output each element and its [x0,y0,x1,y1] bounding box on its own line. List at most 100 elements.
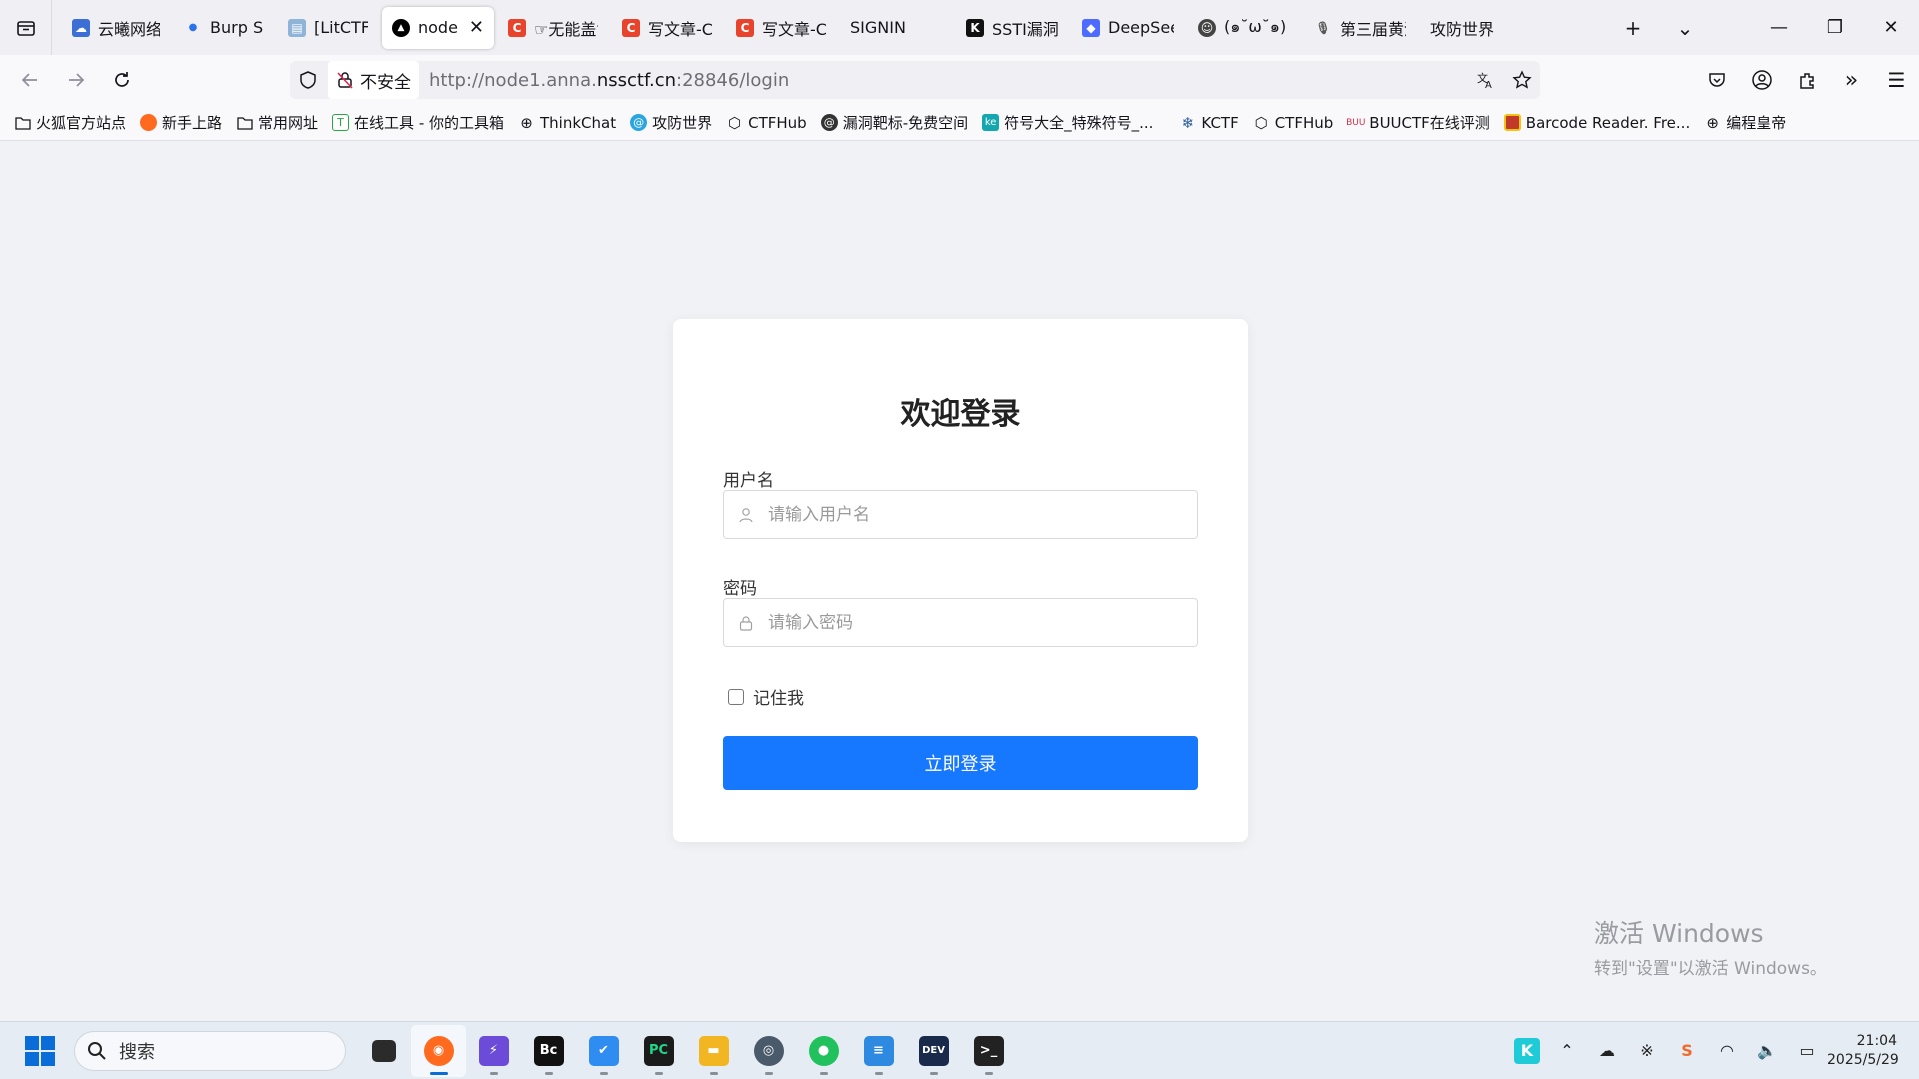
overflow-chevron-icon[interactable]: » [1829,68,1874,93]
tab-list-button[interactable] [0,0,52,55]
close-tab-icon[interactable]: ✕ [469,17,484,38]
shield-icon[interactable] [290,61,326,99]
tab[interactable]: ▤ [LitCTF 20 [278,7,378,49]
bookmark-item[interactable]: 常用网址 [236,112,318,133]
pycharm-icon: PC [643,1035,674,1066]
taskbar: 搜索 ◉ ⚡ Bc ✔ PC ▬ ◎ ● ≡ DEV >_ K ⌃ ☁ ※ S … [0,1021,1919,1079]
remember-checkbox[interactable] [728,688,744,705]
bookmark-label: CTFHub [1274,113,1334,132]
bookmark-star-icon[interactable] [1504,70,1540,90]
translate-icon[interactable]: 文A [1468,70,1504,90]
windows-logo-icon [41,1035,55,1050]
windows-logo-icon [25,1051,39,1066]
forward-icon[interactable] [54,60,98,100]
tab-active[interactable]: ▲ node1 ✕ [382,6,494,49]
bookmark-item[interactable]: @ 攻防世界 [630,112,712,133]
insecure-indicator[interactable]: 不安全 [328,61,419,99]
password-input[interactable] [768,612,1168,633]
reload-icon[interactable] [100,60,144,100]
bookmark-item[interactable]: 新手上路 [140,112,222,133]
tab[interactable]: C 写文章-CS [726,7,836,49]
remember-me[interactable]: 记住我 [728,684,804,709]
new-tab-icon[interactable]: + [1607,0,1659,55]
minimize-icon[interactable]: — [1751,0,1807,55]
clock[interactable]: 21:04 2025/5/29 [1827,1032,1919,1070]
tab[interactable]: ☁ 云曦网络安 [62,7,170,49]
tab[interactable]: 🎙 第三届黄河 [1304,7,1416,49]
svg-text:A: A [1485,80,1492,90]
firefox-taskbar-app[interactable]: ◉ [411,1024,466,1077]
chevron-down-icon[interactable]: ⌄ [1659,0,1711,55]
firefox-icon [140,114,158,131]
clock-time: 21:04 [1856,1032,1897,1049]
tab-list: ☁ 云曦网络安 ● Burp Suit ▤ [LitCTF 20 ▲ node1… [52,0,1524,55]
password-field[interactable] [723,598,1198,647]
bookmark-item[interactable]: T 在线工具 - 你的工具箱 [332,112,504,133]
address-bar[interactable]: 不安全 http://node1.anna.nssctf.cn:28846/lo… [290,61,1540,99]
taskbar-app[interactable]: ● [796,1025,851,1077]
taskbar-app[interactable]: PC [631,1025,686,1077]
bookmark-item[interactable]: ⬡ CTFHub [726,114,807,132]
search-icon [88,1041,106,1060]
taskbar-app[interactable]: ▬ [686,1025,741,1077]
sogou-icon[interactable]: S [1667,1041,1707,1060]
tab[interactable]: ◆ DeepSeek [1072,7,1184,49]
taskbar-app[interactable]: ✔ [576,1025,631,1077]
account-icon[interactable] [1739,69,1784,91]
taskbar-app[interactable]: ◎ [741,1025,796,1077]
running-indicator [819,1071,828,1075]
username-input[interactable] [768,504,1168,525]
tab-label: 写文章-CS [648,19,712,39]
taskbar-app[interactable]: ⚡ [466,1025,521,1077]
bookmark-item[interactable]: BUU BUUCTF在线评测 [1346,112,1490,133]
username-field[interactable] [723,490,1198,539]
taskbar-app[interactable]: ≡ [851,1025,906,1077]
navigation-bar: 不安全 http://node1.anna.nssctf.cn:28846/lo… [0,55,1919,105]
tab[interactable]: SIGNIN [840,7,952,49]
tab[interactable]: 攻防世界 [1420,7,1520,49]
taskbar-search[interactable]: 搜索 [74,1030,346,1071]
bookmark-item[interactable]: ⊕ 编程皇帝 [1704,112,1786,133]
battery-icon[interactable]: ▭ [1787,1041,1827,1060]
bookmark-item[interactable]: ⬡ CTFHub [1253,114,1334,132]
bookmark-item[interactable]: Barcode Reader. Fre... [1503,114,1690,132]
wifi-icon[interactable]: ◠ [1707,1041,1747,1060]
tab[interactable]: K SSTI漏洞 [956,7,1068,49]
start-button[interactable] [20,1031,60,1071]
taskbar-app[interactable]: >_ [961,1025,1016,1077]
bookmark-item[interactable]: ❄ KCTF [1179,114,1239,132]
taskbar-app[interactable]: Bc [521,1025,576,1077]
tab[interactable]: ● Burp Suit [174,7,274,49]
url-domain: nssctf.cn [596,69,677,91]
login-button[interactable]: 立即登录 [723,736,1198,790]
extensions-icon[interactable] [1784,70,1829,90]
bookmark-item[interactable]: @ 漏洞靶标-免费空间 [820,112,968,133]
windows-logo-icon [25,1035,39,1050]
close-icon[interactable]: ✕ [1863,0,1919,55]
restore-icon[interactable]: ❐ [1807,0,1863,55]
bookmark-item[interactable]: ⊕ ThinkChat [518,114,616,132]
bookmark-item[interactable]: ke 符号大全_特殊符号_... [982,112,1153,133]
password-label: 密码 [723,579,757,599]
tab[interactable]: ☺ (๑˘ω˘๑) H [1188,7,1300,49]
watermark-title: 激活 Windows [1594,919,1764,948]
kleopatra-icon[interactable]: K [1507,1037,1547,1064]
user-icon [724,507,768,523]
bookmark-item[interactable]: 火狐官方站点 [14,112,126,133]
bookmark-label: 常用网址 [258,114,319,132]
cloud-off-icon[interactable]: ☁ [1587,1041,1627,1060]
tab[interactable]: C 写文章-CS [612,7,722,49]
tab-label: node1 [418,18,459,37]
tray-app-icon[interactable]: ※ [1627,1041,1667,1060]
pocket-icon[interactable] [1694,70,1739,90]
menu-icon[interactable]: ☰ [1874,68,1919,92]
volume-muted-icon[interactable]: 🔈 [1747,1041,1787,1060]
back-icon[interactable] [8,60,52,100]
running-indicator [544,1071,553,1075]
tab[interactable]: C ☞无能盖世 [498,7,608,49]
taskbar-app[interactable]: DEV [906,1025,961,1077]
chevron-up-icon[interactable]: ⌃ [1547,1041,1587,1060]
task-view-button[interactable] [356,1025,411,1077]
ke-icon: ke [982,114,1000,131]
broken-lock-icon [337,72,353,89]
